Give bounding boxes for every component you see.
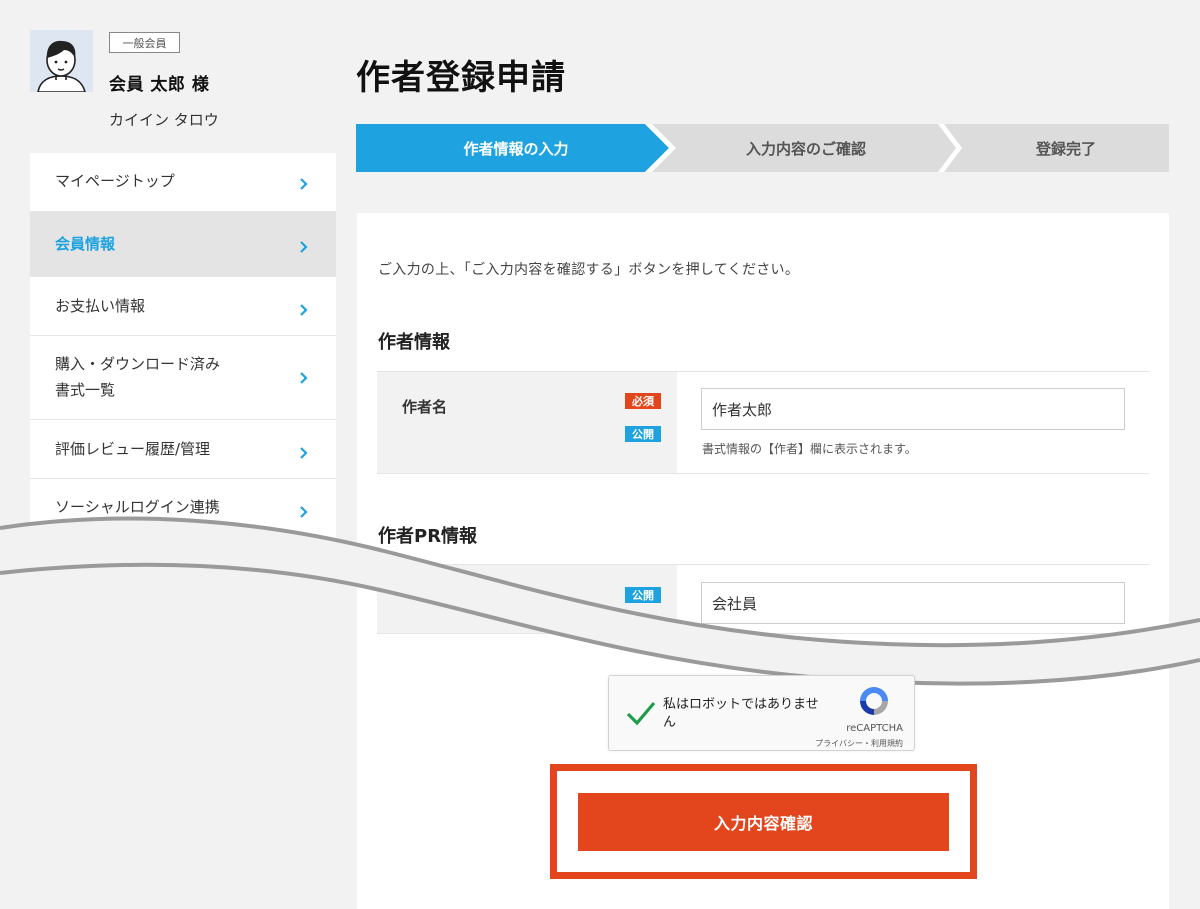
required-badge: 必須 — [625, 393, 661, 409]
chevron-right-icon — [300, 241, 308, 253]
step-confirm: 入力内容のご確認 — [745, 139, 866, 158]
sidebar-item-label: 会員情報 — [55, 235, 116, 253]
user-name: 会員 太郎 様 — [109, 75, 210, 95]
pr-row: 公開 会社員 — [377, 564, 1149, 634]
sidebar-item-mypage-top[interactable]: マイページトップ — [30, 153, 336, 212]
confirm-submit-button[interactable]: 入力内容確認 — [578, 793, 949, 851]
chevron-right-icon — [300, 506, 308, 518]
user-kana: カイイン タロウ — [109, 111, 219, 129]
chevron-right-icon — [300, 372, 308, 384]
member-badge: 一般会員 — [109, 32, 180, 53]
page-title: 作者登録申請 — [356, 58, 566, 98]
step-complete: 登録完了 — [1035, 139, 1096, 158]
sidebar-item-label: ソーシャルログイン連携 — [55, 498, 220, 516]
step-input: 作者情報の入力 — [463, 139, 569, 158]
sidebar-item-review-history[interactable]: 評価レビュー履歴/管理 — [30, 420, 336, 479]
author-name-label-cell: 作者名 必須 公開 — [377, 372, 677, 473]
chevron-right-icon — [300, 304, 308, 316]
sidebar-item-social-login[interactable]: ソーシャルログイン連携 — [30, 479, 336, 539]
section-author-heading: 作者情報 — [378, 332, 450, 353]
sidebar-item-label-line1: 購入・ダウンロード済み — [55, 355, 221, 373]
sidebar-item-label: マイページトップ — [55, 172, 175, 190]
sidebar-item-purchased-forms[interactable]: 購入・ダウンロード済み 書式一覧 — [30, 336, 336, 420]
recaptcha-widget: 私はロボットではありません reCAPTCHA プライバシー・利用規約 — [608, 675, 915, 751]
author-name-help: 書式情報の【作者】欄に表示されます。 — [702, 442, 917, 456]
recaptcha-brand: reCAPTCHA — [846, 723, 903, 734]
chevron-right-icon — [300, 447, 308, 459]
pr-label-cell: 公開 — [377, 565, 677, 633]
section-pr-heading: 作者PR情報 — [378, 526, 478, 547]
form-intro: ご入力の上、「ご入力内容を確認する」ボタンを押してください。 — [378, 262, 800, 278]
recaptcha-logo-icon — [860, 687, 888, 715]
avatar — [30, 30, 93, 92]
recaptcha-links[interactable]: プライバシー・利用規約 — [815, 738, 903, 749]
sidebar-item-label: お支払い情報 — [55, 297, 146, 315]
author-name-input[interactable]: 作者太郎 — [701, 388, 1125, 430]
chevron-right-icon — [300, 178, 308, 190]
pr-input[interactable]: 会社員 — [701, 582, 1125, 624]
sidebar-item-label-line2: 書式一覧 — [55, 381, 116, 399]
recaptcha-text: 私はロボットではありません — [663, 697, 819, 730]
author-name-label: 作者名 — [402, 398, 448, 416]
public-badge: 公開 — [625, 426, 661, 442]
sidebar-item-payment-info[interactable]: お支払い情報 — [30, 277, 336, 336]
public-badge: 公開 — [625, 587, 661, 603]
step-progress: 作者情報の入力 入力内容のご確認 登録完了 — [356, 124, 1169, 172]
sidebar-item-member-info[interactable]: 会員情報 — [30, 212, 336, 277]
sidebar-item-label: 評価レビュー履歴/管理 — [55, 440, 211, 458]
author-name-row: 作者名 必須 公開 作者太郎 書式情報の【作者】欄に表示されます。 — [377, 371, 1149, 474]
checkmark-icon[interactable] — [625, 698, 657, 728]
